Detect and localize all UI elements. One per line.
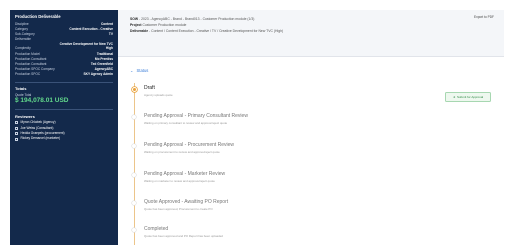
- sow-header: SOW - 2023 - AgencyABC - Brand - Brand01…: [118, 10, 504, 57]
- pending-step-marker: [132, 201, 136, 205]
- step-title: Pending Approval - Marketer Review: [144, 171, 226, 177]
- field-label: Deliverable: [15, 37, 31, 42]
- step-description: Quote has been approved and PO Report ha…: [144, 233, 223, 238]
- reviewer-item[interactable]: Rickey Demarcel (marketer): [15, 136, 113, 141]
- reviewer-name: Rickey Demarcel (marketer): [20, 136, 61, 141]
- submit-label: Submit for Approval: [456, 95, 484, 99]
- checkbox-icon[interactable]: [15, 132, 18, 136]
- current-step-marker: [131, 87, 137, 92]
- export-pdf-link[interactable]: Export to PDF: [474, 15, 494, 19]
- step-description: Quote has been approved, Procurement to …: [144, 206, 213, 211]
- pending-step-marker: [132, 115, 136, 119]
- quote-total-value: $ 194,078.01 USD: [15, 97, 69, 105]
- step-title: Draft: [144, 85, 155, 91]
- checkbox-icon[interactable]: [15, 126, 18, 130]
- send-icon: ➜: [452, 95, 456, 99]
- main-panel: SOW - 2023 - AgencyABC - Brand - Brand01…: [118, 10, 504, 245]
- field-deliverable: Deliverable Creative Development for New…: [15, 37, 113, 46]
- deliverable-line: Deliverable - Content / Content Executio…: [130, 28, 494, 34]
- project-text: Customer Production module: [141, 23, 187, 27]
- field-value: SKY Agency Admin: [83, 72, 113, 77]
- checkbox-icon[interactable]: [15, 121, 18, 125]
- step-title: Pending Approval - Procurement Review: [144, 142, 235, 148]
- pending-step-marker: [132, 173, 136, 177]
- deliverable-sidebar: Production Deliverable Discipline Conten…: [10, 10, 118, 245]
- sidebar-divider: [15, 109, 113, 110]
- pending-step-marker: [132, 228, 136, 232]
- field-value: TV: [108, 31, 113, 36]
- totals-heading: Totals: [15, 86, 27, 92]
- step-description: Waiting on procurement to review and app…: [144, 149, 220, 154]
- sidebar-title: Production Deliverable: [15, 14, 61, 19]
- chevron-down-icon: ⌄: [130, 68, 134, 73]
- field-label: Production SPOC: [15, 72, 41, 77]
- deliverable-label: Deliverable: [130, 29, 149, 33]
- sidebar-divider: [15, 81, 113, 83]
- step-description: Waiting on marketer to review and approv…: [144, 178, 215, 183]
- project-label: Project: [130, 23, 142, 27]
- step-title: Quote Approved - Awaiting PO Report: [144, 199, 229, 205]
- step-description: Waiting on primary consultant to review …: [144, 120, 228, 125]
- sow-label: SOW: [130, 17, 139, 21]
- pending-step-marker: [132, 144, 136, 148]
- timeline-connector: [133, 83, 135, 245]
- step-title: Completed: [144, 226, 169, 232]
- status-label: Status: [136, 68, 149, 73]
- sow-text: - 2023 - AgencyABC - Brand - Brand013 - …: [138, 17, 255, 21]
- reviewers-heading: Reviewers: [15, 113, 35, 119]
- field-spoc: Production SPOC SKY Agency Admin: [15, 72, 113, 77]
- checkbox-icon[interactable]: [15, 137, 18, 141]
- field-value: Content Execution - Creative: [69, 26, 113, 31]
- submit-for-approval-button[interactable]: ➜ Submit for Approval: [445, 92, 491, 102]
- status-toggle[interactable]: ⌄ Status: [130, 68, 148, 73]
- step-description: Agency uploads quote: [144, 92, 173, 97]
- deliverable-text: - Content / Content Execution - Creative…: [148, 29, 284, 33]
- step-title: Pending Approval - Primary Consultant Re…: [144, 113, 248, 119]
